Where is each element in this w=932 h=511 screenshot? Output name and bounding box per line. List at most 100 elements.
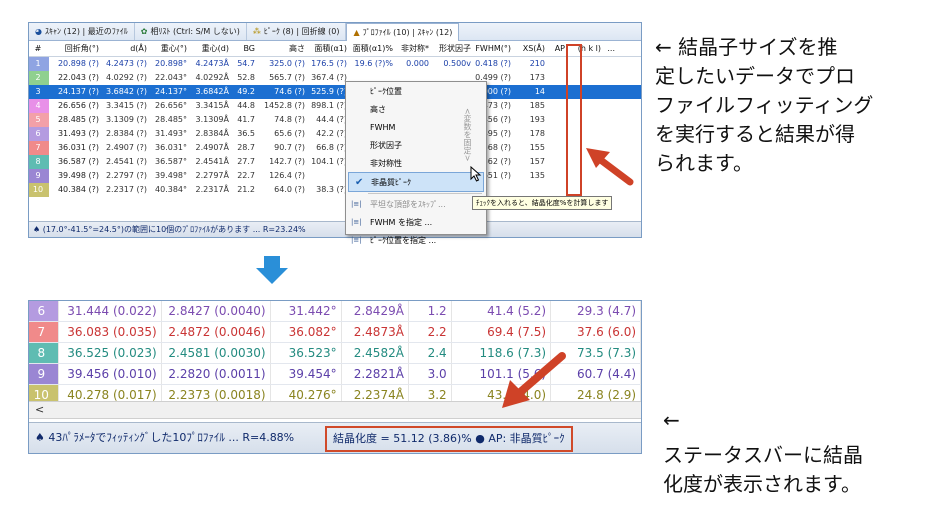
tab-bar: ◕ ｽｷｬﾝ (12) | 最近のﾌｧｲﾙ ✿ 相ﾘｽﾄ (Ctrl: S/M … xyxy=(29,23,641,41)
table-row[interactable]: 10 40.384 (?) 2.2317 (?) 40.384° 2.2317Å 21.2… xyxy=(29,183,641,197)
row-number: 7 xyxy=(29,141,49,155)
tab-label: 相ﾘｽﾄ (Ctrl: S/M しない) xyxy=(150,27,240,36)
table-cell: 36.525 (0.023) xyxy=(59,343,162,363)
column-header[interactable]: 形状因子 xyxy=(431,41,473,56)
table-row[interactable]: 3 24.137 (?) 3.6842 (?) 24.137° 3.6842Å 49.2 7… xyxy=(29,85,641,99)
table-cell: 41.4 (5.2) xyxy=(452,301,552,321)
table-cell: 2.4582Å xyxy=(342,343,409,363)
table-row[interactable]: 9 39.498 (?) 2.2797 (?) 39.498° 2.2797Å 22.7 1… xyxy=(29,169,641,183)
skip-icon: |≡| xyxy=(351,200,362,208)
table-row[interactable]: 2 22.043 (?) 4.0292 (?) 22.043° 4.0292Å 52.8 5… xyxy=(29,71,641,85)
table-cell: 27.7 xyxy=(237,157,255,166)
column-header[interactable]: XS(Å) xyxy=(513,41,547,56)
table-cell: 36.587° xyxy=(155,157,187,166)
menu-item-set-fwhm[interactable]: |≡| FWHM を指定 ... xyxy=(346,213,486,231)
table-cell: 37.6 (6.0) xyxy=(551,322,641,342)
table-cell: 69.4 (7.5) xyxy=(452,322,552,342)
table-cell: 126.4 (?) xyxy=(269,171,305,180)
table-cell: 90.7 (?) xyxy=(274,143,305,152)
table-cell: 26.656 (?) xyxy=(57,101,99,110)
menu-item-skip-flat-top[interactable]: |≡| 平坦な頂部をｽｷｯﾌﾟ... xyxy=(346,195,486,213)
table-cell: 210 xyxy=(529,59,545,68)
row-number: 6 xyxy=(29,301,59,321)
table-cell xyxy=(307,169,349,183)
table-cell: 2.8427 (0.0040) xyxy=(162,301,271,321)
row-number: 5 xyxy=(29,113,49,127)
menu-item-amorphous-peak[interactable]: ✔ 非晶質ﾋﾟｰｸ xyxy=(348,172,484,192)
table-cell: 44.8 xyxy=(237,101,255,110)
table-cell: 2.4541Å xyxy=(195,157,229,166)
column-header[interactable]: AP xyxy=(547,41,567,56)
scroll-left-arrow-icon[interactable]: < xyxy=(35,403,44,416)
table-cell: 20.898 (?) xyxy=(57,59,99,68)
column-header[interactable]: d(Å) xyxy=(101,41,149,56)
table-cell: 22.7 xyxy=(237,171,255,180)
table-cell: 2.2797Å xyxy=(195,171,229,180)
table-cell: 135 xyxy=(529,171,545,180)
column-header[interactable]: BG xyxy=(231,41,257,56)
table-cell: 4.2473Å xyxy=(195,59,229,68)
table-cell: 44.4 (?) xyxy=(316,115,347,124)
column-header[interactable]: # xyxy=(29,41,49,56)
table-cell: 565.7 (?) xyxy=(269,73,305,82)
table-cell: 14 xyxy=(534,87,545,96)
tab-peaks[interactable]: ⁂ ﾋﾟｰｸ (8) | 回折線 (0) xyxy=(247,23,347,40)
table-cell: 4.0292 (?) xyxy=(105,73,147,82)
row-number: 9 xyxy=(29,364,59,384)
column-header[interactable]: 重心(d) xyxy=(189,41,231,56)
mouse-cursor-icon xyxy=(470,166,482,182)
column-header[interactable]: 面積(α1)% xyxy=(349,41,395,56)
table-row[interactable]: 4 26.656 (?) 3.3415 (?) 26.656° 3.3415Å 44.8 1… xyxy=(29,99,641,113)
tooltip: ﾁｪｯｸを入れると、結晶化度%を計算します xyxy=(472,196,613,210)
table-row[interactable]: 7 36.083 (0.035) 2.4872 (0.0046) 36.082° 2.4… xyxy=(29,322,641,343)
row-number: 2 xyxy=(29,71,49,85)
table-cell: 24.137° xyxy=(155,87,187,96)
column-header[interactable]: 非対称* xyxy=(395,41,431,56)
table-cell: 3.0 xyxy=(409,364,452,384)
table-cell: 21.2 xyxy=(237,185,255,194)
table-cell: 24.137 (?) xyxy=(57,87,99,96)
table-cell: 193 xyxy=(529,115,545,124)
table-cell: 173 xyxy=(529,73,545,82)
tab-label: ﾌﾟﾛﾌｧｲﾙ (10) | ｽｷｬﾝ (12) xyxy=(362,27,453,37)
table-cell: 0.500v xyxy=(443,59,471,68)
column-header[interactable]: 回折角(°) xyxy=(49,41,101,56)
column-header[interactable]: 面積(α1) xyxy=(307,41,349,56)
column-header[interactable]: 高さ xyxy=(257,41,307,56)
table-row[interactable]: 6 31.444 (0.022) 2.8427 (0.0040) 31.442° 2.8… xyxy=(29,301,641,322)
row-number: 8 xyxy=(29,343,59,363)
table-cell: 2.8429Å xyxy=(342,301,409,321)
table-cell: 2.4541 (?) xyxy=(105,157,147,166)
table-cell: 22.043 (?) xyxy=(57,73,99,82)
tab-scan[interactable]: ◕ ｽｷｬﾝ (12) | 最近のﾌｧｲﾙ xyxy=(29,23,135,40)
column-header[interactable]: ... xyxy=(603,41,617,56)
tab-profile[interactable]: ▲ ﾌﾟﾛﾌｧｲﾙ (10) | ｽｷｬﾝ (12) xyxy=(346,23,460,41)
table-cell: 74.8 (?) xyxy=(274,115,305,124)
table-cell: 66.8 (?) xyxy=(316,143,347,152)
column-header[interactable]: FWHM(°) xyxy=(473,41,513,56)
table-cell: 2.2 xyxy=(409,322,452,342)
table-cell: 367.4 (?) xyxy=(311,73,347,82)
tab-phase-list[interactable]: ✿ 相ﾘｽﾄ (Ctrl: S/M しない) xyxy=(135,23,247,40)
table-row[interactable]: 5 28.485 (?) 3.1309 (?) 28.485° 3.1309Å 41.7 7… xyxy=(29,113,641,127)
table-cell: 3.1309 (?) xyxy=(105,115,147,124)
table-cell: 39.456 (0.010) xyxy=(59,364,162,384)
menu-item-peak-position[interactable]: ﾋﾟｰｸ位置 xyxy=(346,82,486,100)
table-cell: 525.9 (?) xyxy=(311,87,347,96)
table-row[interactable]: 7 36.031 (?) 2.4907 (?) 36.031° 2.4907Å 28.7 9… xyxy=(29,141,641,155)
row-number: 7 xyxy=(29,322,59,342)
table-cell: 39.498° xyxy=(155,171,187,180)
row-number: 10 xyxy=(29,183,49,197)
table-cell: 28.7 xyxy=(237,143,255,152)
check-icon: ✔ xyxy=(355,176,364,188)
table-row[interactable]: 8 36.587 (?) 2.4541 (?) 36.587° 2.4541Å 27.7 1… xyxy=(29,155,641,169)
ap-column-highlight xyxy=(566,44,582,196)
table-row[interactable]: 1 20.898 (?) 4.2473 (?) 20.898° 4.2473Å 54.7 3… xyxy=(29,57,641,71)
table-cell: 40.384 (?) xyxy=(57,185,99,194)
table-cell: 36.587 (?) xyxy=(57,157,99,166)
table-row[interactable]: 6 31.493 (?) 2.8384 (?) 31.493° 2.8384Å 36.5 6… xyxy=(29,127,641,141)
table-cell: 142.7 (?) xyxy=(269,157,305,166)
menu-item-set-peak-position[interactable]: |≡| ﾋﾟｰｸ位置を指定 ... xyxy=(346,231,486,249)
table-cell: 2.4907 (?) xyxy=(105,143,147,152)
column-header[interactable]: 重心(°) xyxy=(149,41,189,56)
